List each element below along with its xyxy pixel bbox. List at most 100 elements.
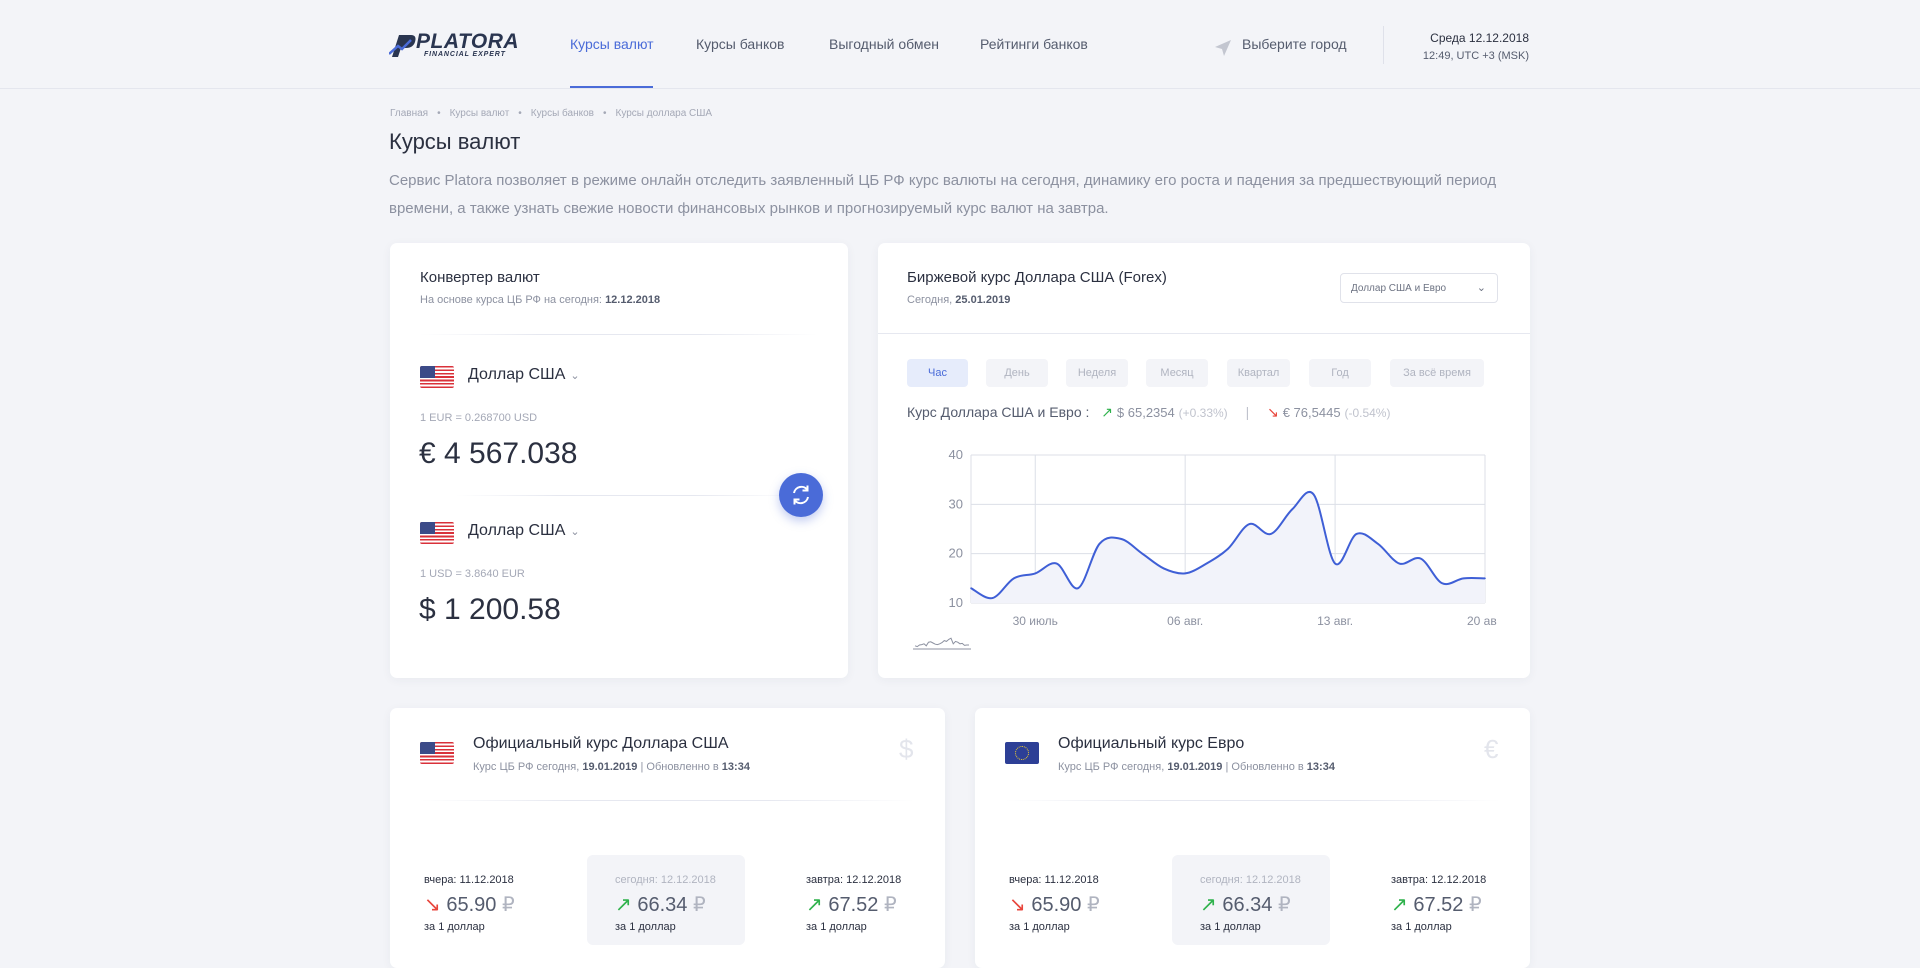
- header-divider: [1383, 26, 1384, 64]
- nav-best-exchange[interactable]: Выгодный обмен: [829, 36, 939, 52]
- euro-sign-icon: €: [1484, 734, 1499, 764]
- nav-active-indicator: [570, 86, 653, 88]
- dollar-sign-icon: $: [899, 734, 914, 764]
- official-eur-sub-date: 19.01.2019: [1167, 761, 1223, 773]
- from-currency-label: Доллар США: [468, 366, 566, 383]
- official-usd-sub-text: Курс ЦБ РФ сегодня,: [473, 761, 580, 773]
- to-amount-input[interactable]: $ 1 200.58: [419, 593, 561, 627]
- official-eur-title: Официальный курс Евро: [1058, 735, 1245, 752]
- chart-data-point: [1398, 562, 1401, 565]
- chart-data-point: [1291, 508, 1294, 511]
- eur-yesterday-value: ↘ 65.90 ₽: [1009, 892, 1100, 917]
- chart-data-point: [1462, 577, 1465, 580]
- official-usd-sub-mid: | Обновленно в: [640, 761, 719, 773]
- usd-today-unit: за 1 доллар: [615, 921, 676, 933]
- eur-today-number: 66.34: [1222, 894, 1273, 916]
- chart-data-point: [1248, 523, 1251, 525]
- forex-chart[interactable]: 10 20 30 40 30 июль 06 авг. 13 авг. 20 авг.: [907, 443, 1497, 653]
- converter-divider: [420, 334, 818, 335]
- official-eur-sub-text: Курс ЦБ РФ сегодня,: [1058, 761, 1165, 773]
- rates-label: Курс Доллара США и Евро :: [907, 404, 1090, 420]
- usd-yesterday-value: ↘ 65.90 ₽: [424, 892, 515, 917]
- nav-exchange-rates[interactable]: Курсы валют: [570, 36, 654, 52]
- period-year-button[interactable]: Год: [1309, 359, 1371, 387]
- chart-x-tick-label: 30 июль: [1013, 614, 1058, 628]
- chart-data-point: [1055, 562, 1058, 565]
- logo-subtitle: FINANCIAL EXPERT: [424, 51, 506, 58]
- usd-today-value: ↗ 66.34 ₽: [615, 892, 706, 917]
- forex-title: Биржевой курс Доллара США (Forex): [907, 269, 1167, 286]
- official-eur-divider: [1005, 800, 1500, 801]
- nav-bank-rates[interactable]: Курсы банков: [696, 36, 784, 52]
- arrow-up-icon: ↗: [806, 894, 823, 916]
- eur-tomorrow-label: завтра: 12.12.2018: [1391, 874, 1487, 886]
- converter-mid-divider: [456, 495, 796, 496]
- chart-data-point: [1120, 538, 1122, 540]
- refresh-icon: [793, 485, 809, 505]
- chart-data-point: [1441, 582, 1443, 585]
- eur-yesterday-label: вчера: 11.12.2018: [1009, 874, 1099, 886]
- official-usd-sub-time: 13:34: [721, 761, 750, 773]
- rates-separator: |: [1245, 404, 1250, 420]
- us-flag-icon: [420, 742, 454, 764]
- platora-logo[interactable]: PLATORA FINANCIAL EXPERT: [389, 30, 519, 61]
- period-hour-button[interactable]: Час: [907, 359, 968, 387]
- official-usd-sub-date: 19.01.2019: [582, 761, 638, 773]
- period-all-time-button[interactable]: За всё время: [1390, 359, 1484, 387]
- from-amount-input[interactable]: € 4 567.038: [419, 437, 577, 471]
- breadcrumb-home[interactable]: Главная: [390, 108, 428, 119]
- usd-today-number: 66.34: [637, 894, 688, 916]
- period-month-button[interactable]: Месяц: [1146, 359, 1208, 387]
- eu-flag-icon: [1005, 742, 1039, 764]
- official-eur-sub-mid: | Обновленно в: [1225, 761, 1304, 773]
- to-currency-label: Доллар США: [468, 522, 566, 539]
- eur-tomorrow-unit: за 1 доллар: [1391, 921, 1452, 933]
- eur-tomorrow-number: 67.52: [1413, 894, 1464, 916]
- official-usd-title: Официальный курс Доллара США: [473, 735, 729, 752]
- eur-today-label: сегодня: 12.12.2018: [1200, 874, 1301, 886]
- chart-data-point: [1419, 557, 1422, 560]
- official-usd-divider: [420, 800, 915, 801]
- chart-y-tick-label: 20: [949, 546, 963, 561]
- current-date: Среда 12.12.2018: [1430, 31, 1529, 45]
- period-quarter-button[interactable]: Квартал: [1227, 359, 1290, 387]
- usd-forex-value: $ 65,2354: [1116, 405, 1175, 420]
- page-intro: Сервис Platora позволяет в режиме онлайн…: [389, 172, 1497, 217]
- eur-tomorrow-value: ↗ 67.52 ₽: [1391, 892, 1482, 917]
- usd-forex-change: (+0.33%): [1178, 406, 1228, 420]
- usd-yesterday-number: 65.90: [446, 894, 497, 916]
- page-title: Курсы валют: [389, 129, 521, 154]
- to-currency-select[interactable]: Доллар США ⌄: [468, 522, 580, 540]
- to-rate-note: 1 USD = 3.8640 EUR: [420, 568, 525, 580]
- currency-pair-select[interactable]: Доллар США и Евро ⌄: [1340, 273, 1498, 303]
- logo-mark-icon: [389, 35, 416, 57]
- arrow-down-icon: ↘: [1267, 404, 1279, 420]
- eur-forex-change: (-0.54%): [1344, 406, 1391, 420]
- chart-data-point: [1377, 543, 1379, 545]
- arrow-up-icon: ↗: [1101, 404, 1114, 420]
- forex-subtitle: Сегодня, 25.01.2019: [907, 294, 1010, 306]
- official-eur-subtitle: Курс ЦБ РФ сегодня, 19.01.2019 | Обновле…: [1058, 761, 1335, 773]
- arrow-down-icon: ↘: [424, 894, 441, 916]
- ruble-sign: ₽: [1468, 894, 1482, 916]
- from-currency-select[interactable]: Доллар США ⌄: [468, 366, 580, 384]
- chart-data-point: [1141, 552, 1144, 555]
- nav-bank-ratings[interactable]: Рейтинги банков: [980, 36, 1088, 52]
- city-selector[interactable]: Выберите город: [1242, 36, 1347, 52]
- breadcrumb-exchange-rates[interactable]: Курсы валют: [450, 108, 510, 119]
- breadcrumb-bank-rates[interactable]: Курсы банков: [531, 108, 594, 119]
- chart-data-point: [1484, 577, 1486, 580]
- chart-data-point: [1098, 543, 1101, 545]
- chevron-down-icon: ⌄: [570, 370, 580, 382]
- period-week-button[interactable]: Неделя: [1066, 359, 1128, 387]
- chart-data-point: [970, 587, 972, 589]
- chart-data-point: [1355, 533, 1358, 535]
- us-flag-icon: [420, 522, 454, 544]
- chart-data-point: [1013, 577, 1015, 580]
- swap-currencies-button[interactable]: [779, 473, 823, 517]
- ruble-sign: ₽: [883, 894, 897, 916]
- chart-x-tick-label: 13 авг.: [1317, 614, 1353, 628]
- period-day-button[interactable]: День: [986, 359, 1048, 387]
- forex-subtitle-text: Сегодня,: [907, 294, 953, 306]
- chart-data-point: [1162, 567, 1165, 570]
